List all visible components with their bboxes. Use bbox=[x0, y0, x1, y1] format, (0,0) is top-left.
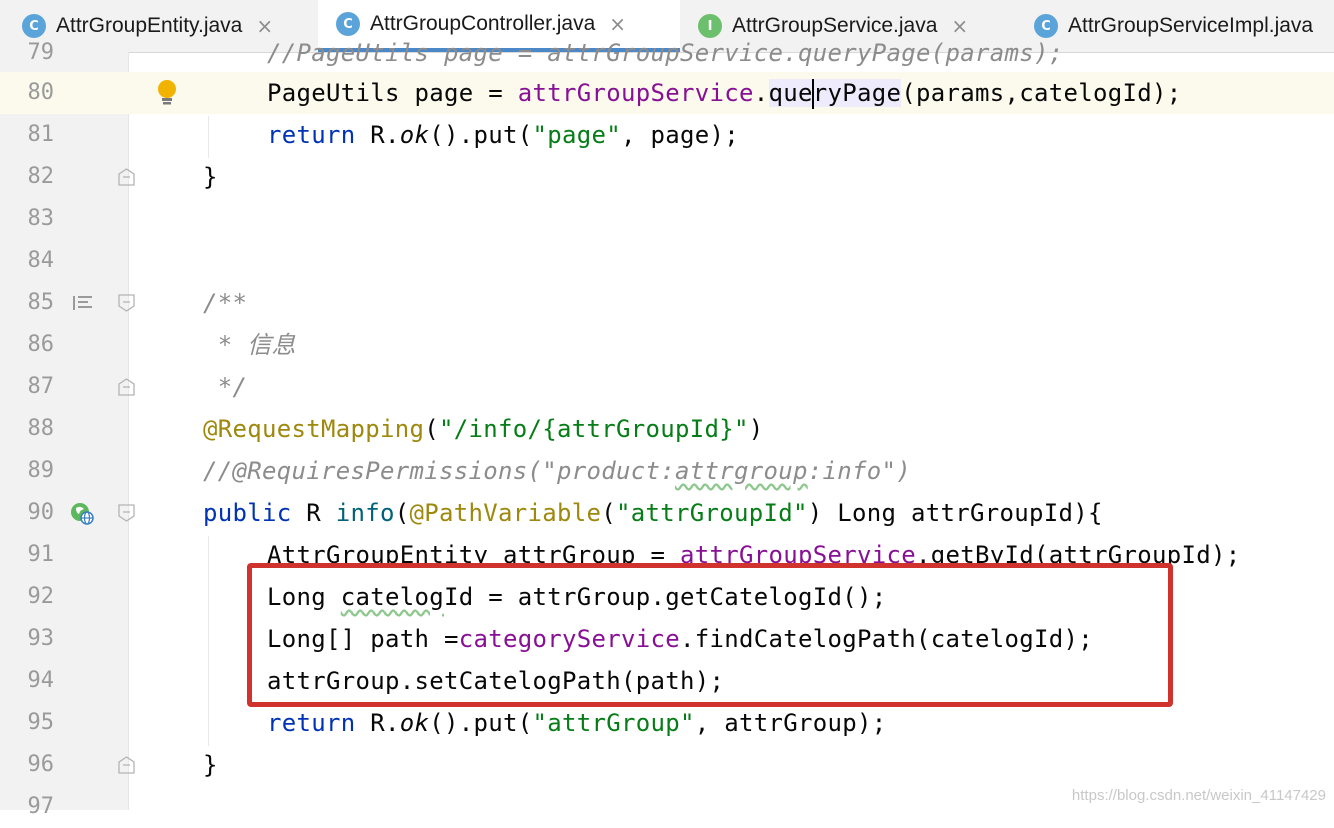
line-number: 84 bbox=[27, 248, 55, 273]
code-text: } bbox=[203, 163, 218, 191]
code-text: /** bbox=[203, 289, 248, 317]
code-text: * 信息 bbox=[203, 331, 296, 359]
code-text: */ bbox=[203, 373, 248, 401]
code-text: } bbox=[203, 751, 218, 779]
watermark: https://blog.csdn.net/weixin_41147429 bbox=[1071, 787, 1326, 804]
code-line[interactable]: 86 * 信息 bbox=[0, 324, 1334, 366]
code-line[interactable]: 96 } bbox=[0, 744, 1334, 786]
code-text: return R.ok().put("attrGroup", attrGroup… bbox=[267, 709, 887, 737]
code-line[interactable]: 84 bbox=[0, 240, 1334, 282]
fold-end-icon[interactable] bbox=[118, 378, 135, 396]
code-line[interactable]: 89 //@RequiresPermissions("product:attrg… bbox=[0, 450, 1334, 492]
javadoc-render-icon[interactable] bbox=[70, 291, 94, 315]
line-number: 83 bbox=[27, 206, 55, 231]
code-line[interactable]: 83 bbox=[0, 198, 1334, 240]
line-number: 88 bbox=[27, 416, 55, 441]
line-number: 89 bbox=[27, 458, 55, 483]
lightbulb-icon[interactable] bbox=[155, 78, 179, 108]
code-line-current[interactable]: 80 PageUtils page = attrGroupService.que… bbox=[0, 72, 1334, 114]
line-number: 94 bbox=[27, 668, 55, 693]
line-number: 80 bbox=[27, 80, 55, 105]
code-line[interactable]: 79 //PageUtils page = attrGroupService.q… bbox=[0, 32, 1334, 74]
line-number: 96 bbox=[27, 752, 55, 777]
code-text: public R info(@PathVariable("attrGroupId… bbox=[203, 499, 1103, 527]
line-number: 93 bbox=[27, 626, 55, 651]
fold-end-icon[interactable] bbox=[118, 168, 135, 186]
code-text: @RequestMapping("/info/{attrGroupId}") bbox=[203, 415, 764, 443]
fold-end-icon[interactable] bbox=[118, 756, 135, 774]
line-number: 81 bbox=[27, 122, 55, 147]
line-number: 92 bbox=[27, 584, 55, 609]
line-number: 79 bbox=[27, 40, 55, 65]
fold-start-icon[interactable] bbox=[118, 504, 135, 522]
line-number: 95 bbox=[27, 710, 55, 735]
highlight-box bbox=[247, 563, 1173, 707]
line-number: 90 bbox=[27, 500, 55, 525]
line-number: 87 bbox=[27, 374, 55, 399]
code-text: PageUtils page = attrGroupService.queryP… bbox=[267, 79, 1182, 109]
code-text: //PageUtils page = attrGroupService.quer… bbox=[267, 39, 1064, 67]
code-line[interactable]: 85 /** bbox=[0, 282, 1334, 324]
code-line[interactable]: 82 } bbox=[0, 156, 1334, 198]
code-line[interactable]: 88 @RequestMapping("/info/{attrGroupId}"… bbox=[0, 408, 1334, 450]
code-line[interactable]: 95 return R.ok().put("attrGroup", attrGr… bbox=[0, 702, 1334, 744]
line-number: 91 bbox=[27, 542, 55, 567]
line-number: 85 bbox=[27, 290, 55, 315]
code-text: return R.ok().put("page", page); bbox=[267, 121, 739, 149]
code-line[interactable]: 81 return R.ok().put("page", page); bbox=[0, 114, 1334, 156]
line-number: 82 bbox=[27, 164, 55, 189]
line-number: 97 bbox=[27, 794, 55, 819]
code-line[interactable]: 87 */ bbox=[0, 366, 1334, 408]
line-number: 86 bbox=[27, 332, 55, 357]
code-text: //@RequiresPermissions("product:attrgrou… bbox=[203, 457, 911, 485]
code-line[interactable]: 90 public R info(@PathVariable("attrGrou… bbox=[0, 492, 1334, 534]
web-endpoint-icon[interactable] bbox=[70, 501, 94, 525]
fold-start-icon[interactable] bbox=[118, 294, 135, 312]
